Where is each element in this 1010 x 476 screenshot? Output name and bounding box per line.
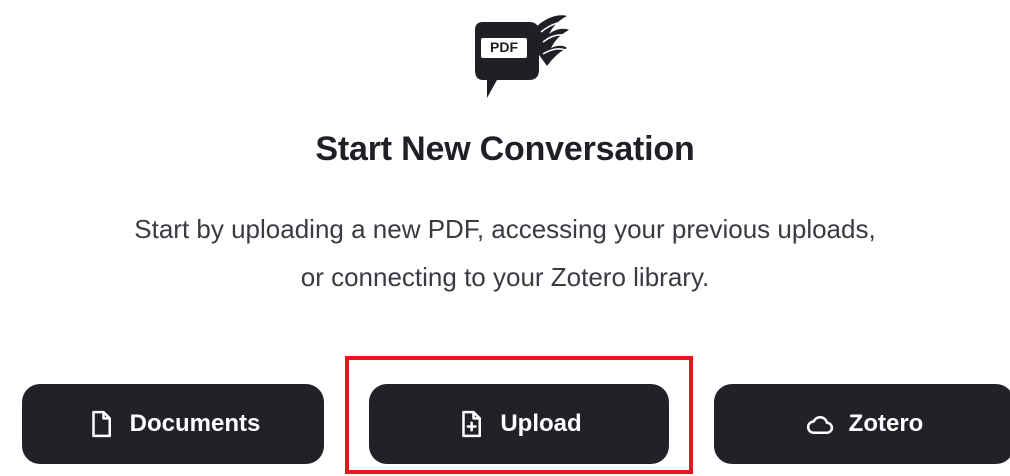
zotero-button[interactable]: Zotero	[714, 384, 1010, 464]
pdf-chat-logo-icon: PDF	[467, 12, 571, 104]
zotero-button-label: Zotero	[848, 410, 924, 437]
documents-button-label: Documents	[129, 410, 261, 437]
subtitle-line-1: Start by uploading a new PDF, accessing …	[134, 214, 876, 244]
subtitle-line-2: or connecting to your Zotero library.	[300, 262, 710, 292]
upload-button-label: Upload	[500, 410, 582, 437]
logo-badge-text: PDF	[490, 39, 518, 55]
documents-button[interactable]: Documents	[22, 384, 324, 464]
upload-button[interactable]: Upload	[369, 384, 669, 464]
cloud-icon	[805, 409, 835, 439]
document-icon	[86, 409, 116, 439]
file-plus-icon	[456, 409, 486, 439]
page-title: Start New Conversation	[315, 130, 695, 168]
page-subtitle: Start by uploading a new PDF, accessing …	[0, 205, 1010, 301]
